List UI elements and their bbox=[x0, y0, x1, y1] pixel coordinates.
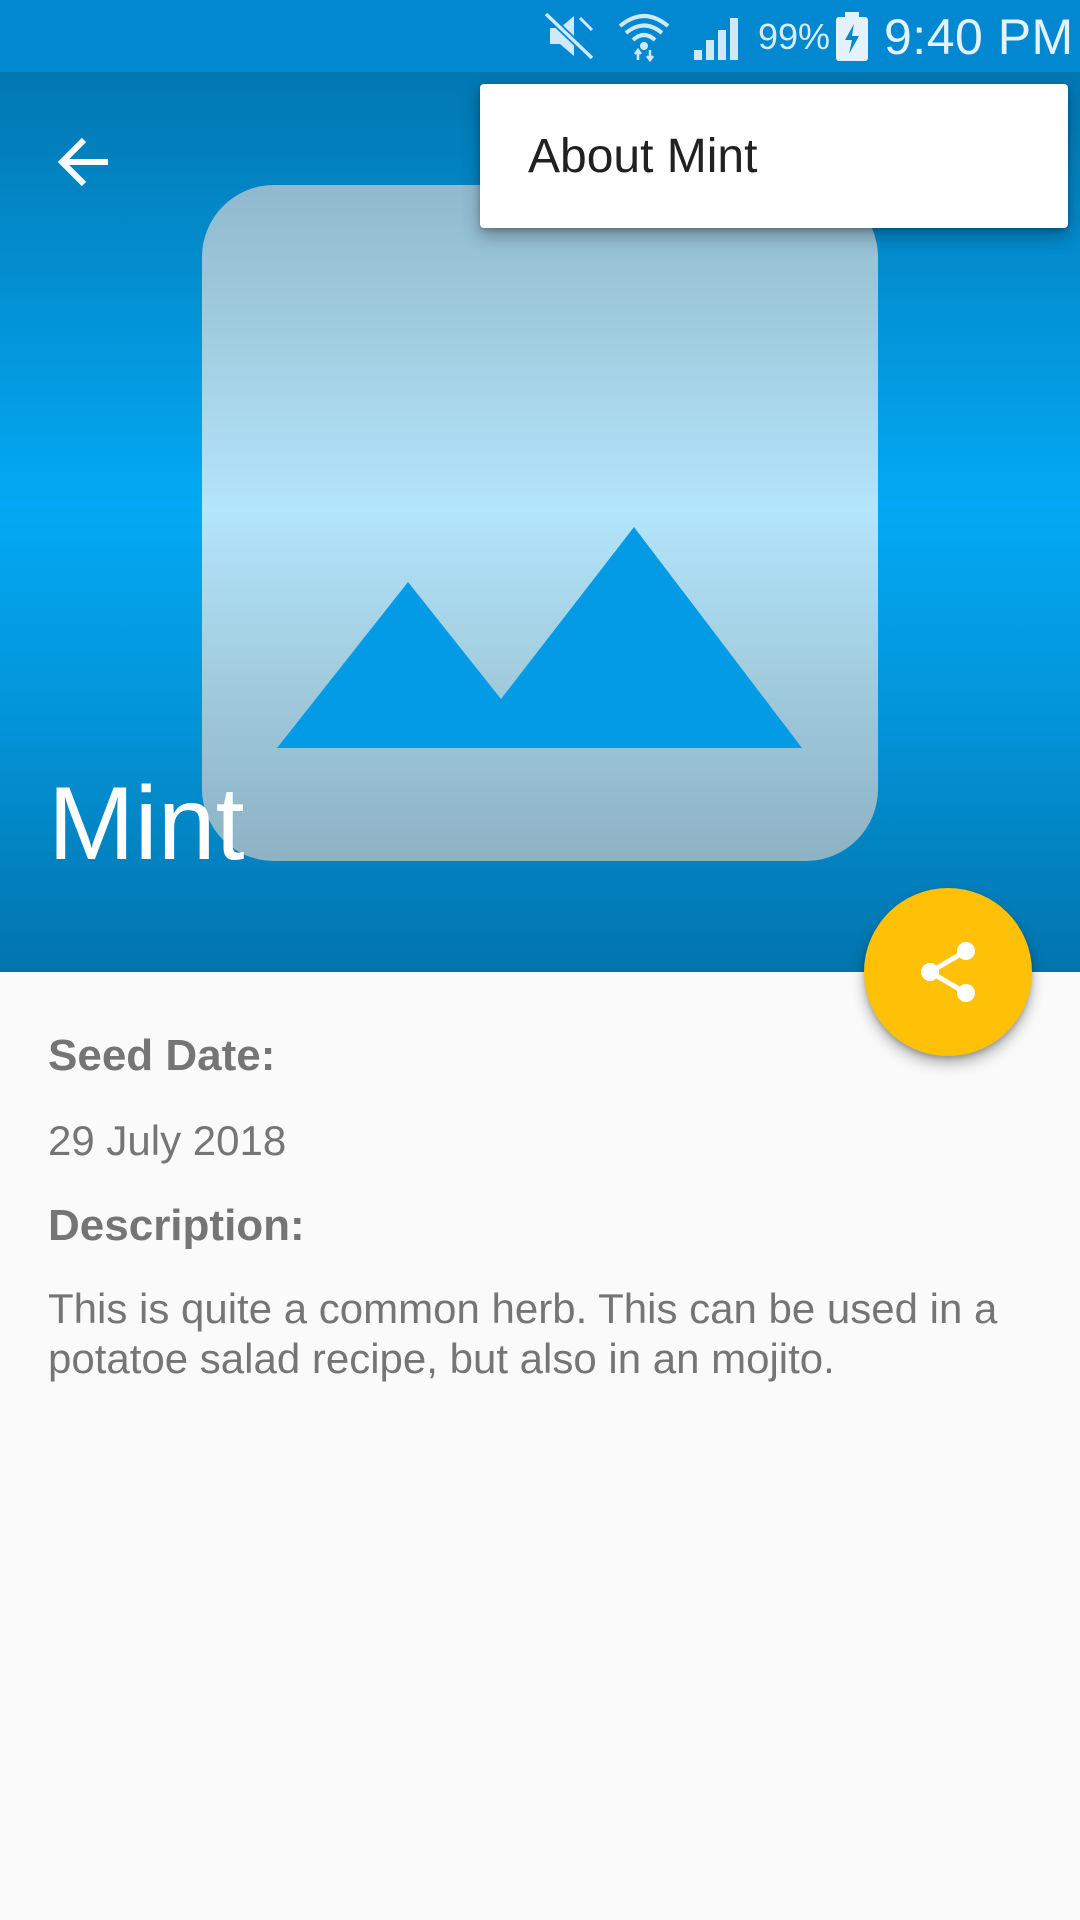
wifi-icon bbox=[616, 10, 672, 67]
signal-icon bbox=[692, 10, 746, 67]
mute-icon bbox=[542, 10, 598, 67]
image-placeholder-icon bbox=[202, 185, 878, 861]
plant-detail-screen: 99% 9:40 PM Mint About Mint Seed Date: 2… bbox=[0, 0, 1080, 1920]
clock: 9:40 PM bbox=[884, 9, 1074, 65]
status-bar: 99% 9:40 PM bbox=[0, 0, 1080, 72]
share-button[interactable] bbox=[864, 888, 1032, 1056]
seed-date-value: 29 July 2018 bbox=[48, 1117, 287, 1164]
battery-charging-icon bbox=[834, 12, 870, 67]
seed-date-label: Seed Date: bbox=[48, 1031, 276, 1080]
arrow-back-icon bbox=[57, 137, 108, 187]
share-icon bbox=[921, 942, 975, 1002]
menu-item-about[interactable]: About Mint bbox=[480, 84, 1068, 228]
page-title: Mint bbox=[48, 766, 245, 882]
overflow-menu: About Mint bbox=[480, 84, 1068, 228]
battery-percent: 99% bbox=[758, 16, 831, 57]
description-value: This is quite a common herb. This can be… bbox=[48, 1285, 998, 1382]
back-button[interactable] bbox=[44, 122, 124, 202]
description-label: Description: bbox=[48, 1201, 305, 1250]
